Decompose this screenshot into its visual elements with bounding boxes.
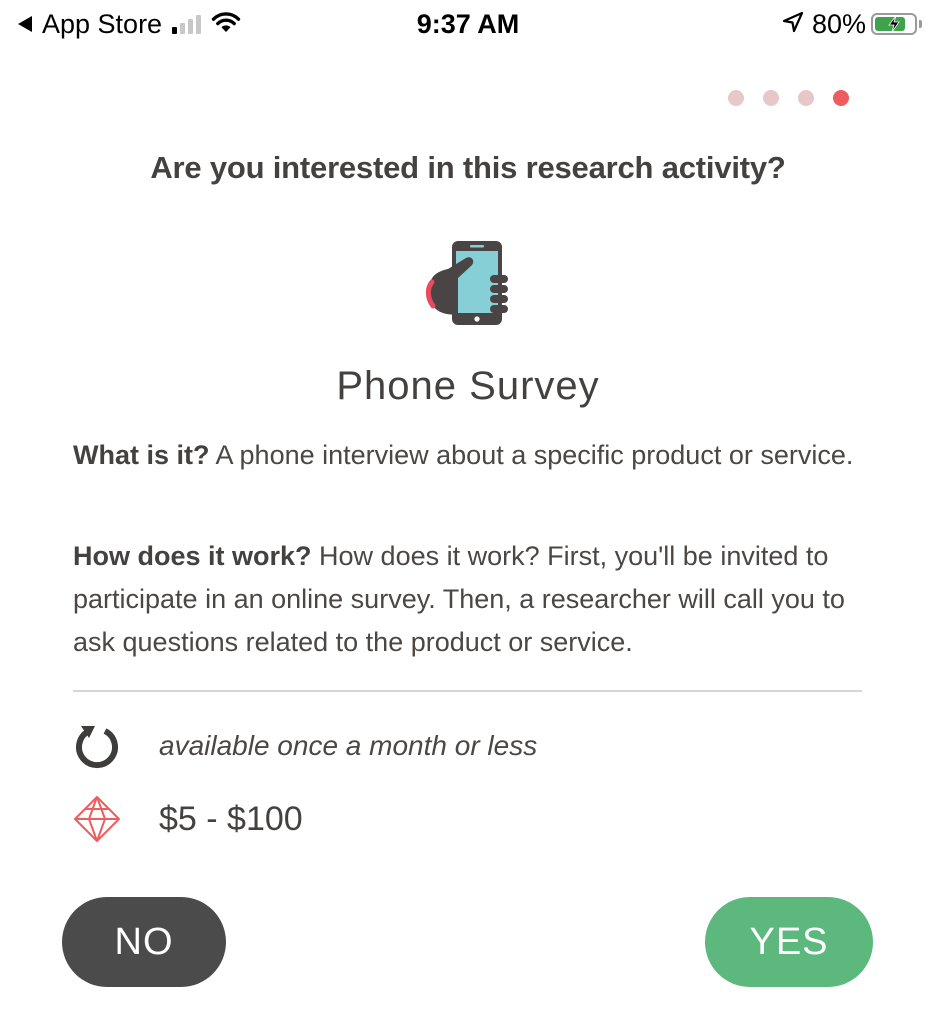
battery-nub [919, 20, 922, 28]
page-dot [728, 90, 744, 106]
page-dot [798, 90, 814, 106]
how-does-it-work-description: How does it work? How does it work? Firs… [73, 535, 863, 664]
question-heading: Are you interested in this research acti… [150, 150, 786, 185]
frequency-row: available once a month or less [73, 722, 537, 770]
back-label: App Store [42, 8, 163, 39]
hand-holding-phone-icon [418, 238, 518, 328]
page-dot-active [833, 90, 849, 106]
what-is-it-text: A phone interview about a specific produ… [209, 440, 854, 470]
battery-percent: 80% [811, 8, 866, 39]
back-to-app-store[interactable]: App Store [18, 8, 241, 40]
battery-charging-icon [871, 13, 917, 35]
reward-row: $5 - $100 [73, 795, 303, 843]
reward-range: $5 - $100 [159, 799, 303, 838]
what-is-it-label: What is it? [73, 440, 210, 470]
divider [73, 690, 862, 692]
page-indicator [728, 90, 849, 106]
signal-icon [172, 14, 202, 34]
wifi-icon [211, 11, 241, 38]
how-does-it-work-label: How does it work? [73, 541, 312, 571]
page-dot [763, 90, 779, 106]
activity-title: Phone Survey [336, 364, 600, 408]
frequency-text: available once a month or less [159, 730, 538, 761]
status-bar: App Store 9:37 AM 80% [0, 0, 936, 48]
location-icon [782, 11, 804, 38]
charging-bolt-icon [873, 15, 915, 33]
refresh-icon [73, 722, 121, 770]
yes-button[interactable]: YES [705, 897, 873, 987]
back-arrow-icon [18, 16, 32, 32]
diamond-icon [73, 795, 121, 843]
no-button[interactable]: NO [62, 897, 226, 987]
what-is-it-description: What is it? A phone interview about a sp… [73, 434, 863, 477]
